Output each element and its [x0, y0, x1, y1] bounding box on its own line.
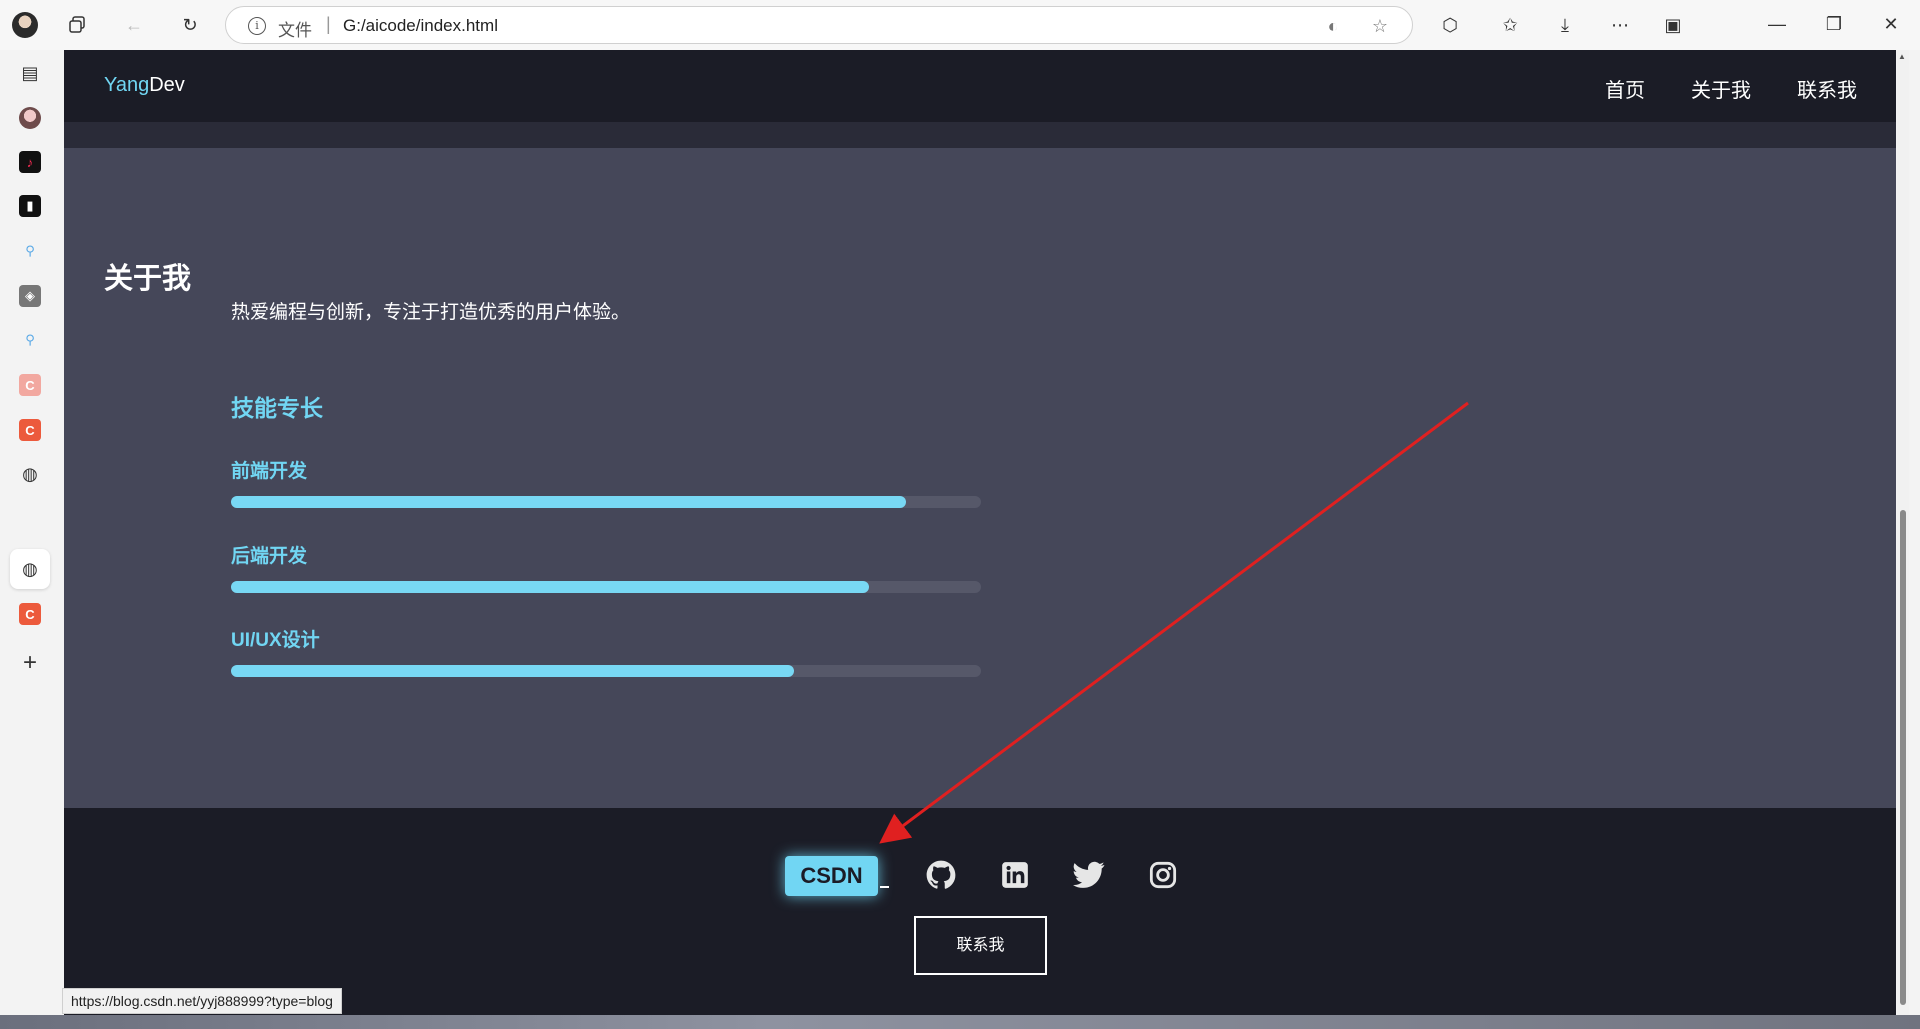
skill-name: 前端开发	[231, 461, 308, 482]
scrollbar-thumb[interactable]	[1900, 510, 1906, 1005]
skills-title: 技能专长	[231, 395, 323, 421]
address-url[interactable]: G:/aicode/index.html	[343, 16, 498, 36]
taskbar-strip	[0, 1015, 1920, 1029]
globe-icon[interactable]: ◍	[19, 463, 41, 485]
site-footer: CSDN 联系我	[64, 808, 1896, 1015]
minimize-icon[interactable]: —	[1765, 12, 1789, 36]
search-icon[interactable]: ⚲	[19, 240, 41, 262]
instagram-icon[interactable]	[1146, 858, 1180, 892]
csdn-icon[interactable]: C	[19, 419, 41, 441]
about-description: 热爱编程与创新，专注于打造优秀的用户体验。	[231, 302, 631, 323]
site-logo[interactable]: YangDev	[104, 74, 185, 97]
cube-icon[interactable]: ◈	[19, 285, 41, 307]
address-separator: |	[326, 14, 331, 34]
more-menu-icon[interactable]: ⋯	[1606, 11, 1634, 39]
address-bar[interactable]: i 文件 | G:/aicode/index.html ◐ ☆	[225, 6, 1413, 44]
read-aloud-icon[interactable]: ◐	[1322, 15, 1344, 37]
address-scheme: 文件	[278, 21, 312, 40]
profile-icon[interactable]	[19, 107, 41, 129]
nav-contact[interactable]: 联系我	[1797, 74, 1857, 103]
skill-name: 后端开发	[231, 546, 308, 567]
page-scrollbar[interactable]: ▲	[1897, 50, 1909, 1015]
about-title: 关于我	[104, 263, 192, 295]
favorite-star-icon[interactable]: ☆	[1369, 15, 1391, 37]
skill-progress-fill	[231, 496, 906, 508]
skill-progress-fill	[231, 581, 869, 593]
github-icon[interactable]	[924, 858, 958, 892]
skill-name: UI/UX设计	[231, 630, 320, 651]
tab-actions-icon[interactable]	[63, 11, 91, 39]
status-bar-url: https://blog.csdn.net/yyj888999?type=blo…	[62, 988, 342, 1014]
nav-about[interactable]: 关于我	[1691, 74, 1751, 103]
refresh-icon[interactable]: ↻	[176, 11, 204, 39]
skill-progress-bar	[231, 581, 981, 593]
skill-progress-fill	[231, 665, 794, 677]
favorites-icon[interactable]: ✩	[1496, 11, 1524, 39]
app-icon[interactable]: ▮	[19, 195, 41, 217]
tiktok-icon[interactable]: ♪	[19, 151, 41, 173]
text-cursor	[880, 886, 889, 888]
add-icon[interactable]: +	[19, 649, 41, 676]
browser-sidebar: ▤ ♪ ▮ ⚲ ◈ ⚲ C C ◍ ◍ C +	[0, 50, 60, 1029]
restore-icon[interactable]: ❐	[1822, 12, 1846, 36]
globe-icon[interactable]: ◍	[19, 558, 41, 580]
downloads-icon[interactable]: ⤓	[1551, 11, 1579, 39]
skill-progress-bar	[231, 496, 981, 508]
csdn-icon[interactable]: C	[19, 603, 41, 625]
browser-toolbar: ← ↻ i 文件 | G:/aicode/index.html ◐ ☆ ⬡ ✩ …	[0, 0, 1920, 50]
linkedin-icon[interactable]	[998, 858, 1032, 892]
logo-rest: Dev	[149, 74, 185, 96]
twitter-icon[interactable]	[1072, 858, 1106, 892]
sidebar-toggle-icon[interactable]: ▣	[1659, 11, 1687, 39]
extensions-icon[interactable]: ⬡	[1436, 11, 1464, 39]
csdn-icon[interactable]: C	[19, 374, 41, 396]
section-divider	[64, 122, 1896, 148]
site-info-icon[interactable]: i	[248, 17, 266, 35]
logo-accent: Yang	[104, 74, 150, 96]
skill-progress-bar	[231, 665, 981, 677]
tabs-icon[interactable]: ▤	[19, 62, 41, 84]
scroll-up-icon[interactable]: ▲	[1898, 52, 1906, 61]
csdn-link-button[interactable]: CSDN	[785, 856, 878, 896]
nav-home[interactable]: 首页	[1605, 74, 1645, 103]
search-icon[interactable]: ⚲	[19, 329, 41, 351]
site-navbar: YangDev 首页 关于我 联系我	[64, 50, 1896, 122]
page-viewport: YangDev 首页 关于我 联系我 关于我 热爱编程与创新，专注于打造优秀的用…	[64, 50, 1896, 1015]
close-icon[interactable]: ✕	[1879, 12, 1903, 36]
back-icon[interactable]: ←	[120, 11, 148, 39]
profile-avatar[interactable]	[12, 12, 38, 38]
contact-button[interactable]: 联系我	[914, 916, 1047, 975]
